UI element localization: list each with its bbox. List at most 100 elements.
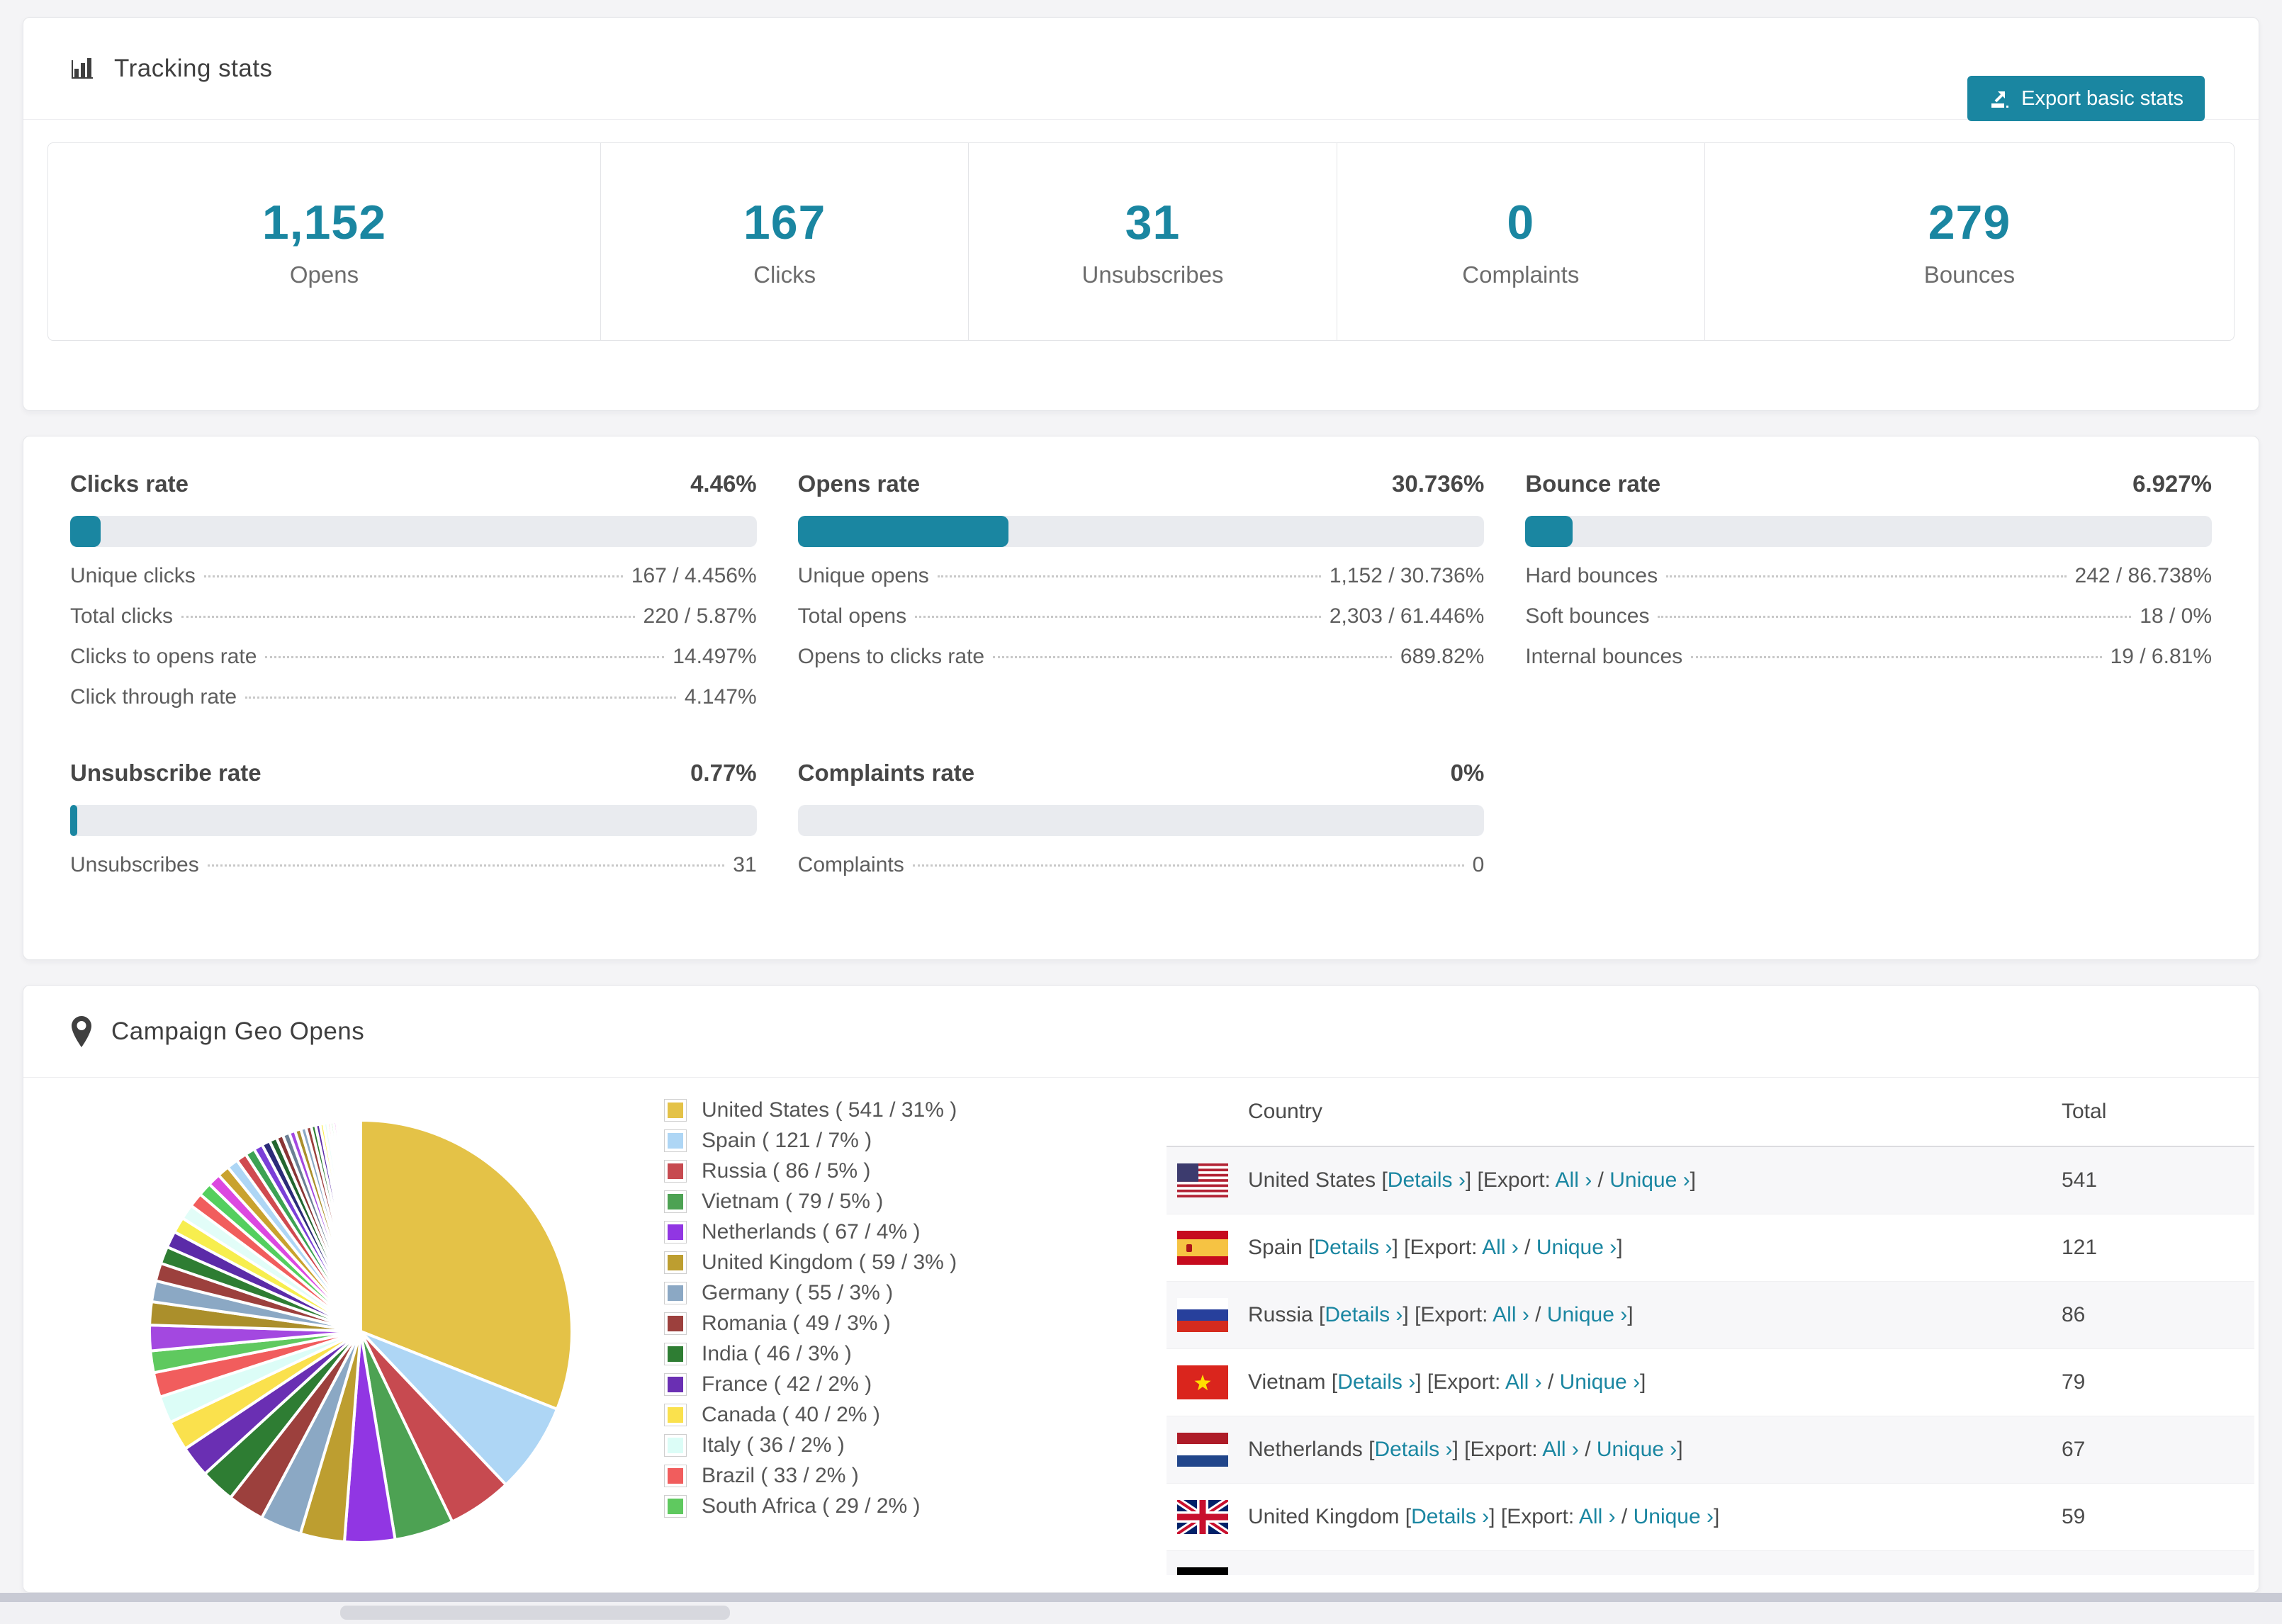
- map-pin-icon: [69, 1015, 94, 1049]
- tracking-stats-header: Tracking stats Export basic stats: [23, 18, 2259, 121]
- export-unique-link[interactable]: Unique ›: [1609, 1168, 1690, 1192]
- legend-swatch-icon: [664, 1433, 687, 1457]
- legend-item[interactable]: India ( 46 / 3% ): [664, 1338, 957, 1369]
- legend-swatch-icon: [664, 1190, 687, 1213]
- legend-item[interactable]: Brazil ( 33 / 2% ): [664, 1460, 957, 1491]
- rate-stat-label: Internal bounces: [1525, 645, 1683, 668]
- rate-stat-value: 14.497%: [673, 645, 757, 668]
- legend-item[interactable]: Vietnam ( 79 / 5% ): [664, 1186, 957, 1217]
- stat-box-complaints: 0 Complaints: [1336, 143, 1704, 340]
- legend-swatch-icon: [664, 1464, 687, 1487]
- legend-swatch-icon: [664, 1312, 687, 1335]
- rate-title: Opens rate: [797, 470, 921, 497]
- stat-value: 167: [743, 196, 826, 249]
- legend-label: Romania ( 49 / 3% ): [702, 1311, 891, 1335]
- rate-stat-row: Unsubscribes 31: [70, 853, 757, 893]
- stat-label: Bounces: [1923, 261, 2016, 288]
- legend-label: Italy ( 36 / 2% ): [702, 1433, 845, 1457]
- stat-value: 1,152: [262, 196, 387, 249]
- export-all-link[interactable]: All ›: [1542, 1438, 1579, 1461]
- dotted-leader: [265, 656, 665, 658]
- table-header-row: Country Total: [1167, 1078, 2254, 1147]
- legend-item[interactable]: Russia ( 86 / 5% ): [664, 1156, 957, 1186]
- legend-item[interactable]: Romania ( 49 / 3% ): [664, 1308, 957, 1338]
- table-row-ru: Russia [Details ›] [Export: All › / Uniq…: [1167, 1282, 2254, 1349]
- stat-box-bounces: 279 Bounces: [1704, 143, 2234, 340]
- legend-label: Canada ( 40 / 2% ): [702, 1402, 880, 1426]
- details-link[interactable]: Details ›: [1337, 1370, 1415, 1394]
- rate-stat-row: Complaints 0: [798, 853, 1485, 893]
- country-total: 121: [2062, 1236, 2098, 1259]
- export-all-link[interactable]: All ›: [1579, 1505, 1616, 1528]
- legend-swatch-icon: [664, 1220, 687, 1244]
- export-unique-link[interactable]: Unique ›: [1634, 1505, 1714, 1528]
- geo-country-table: Country Total United States [Details ›] …: [1167, 1078, 2254, 1592]
- export-all-link[interactable]: All ›: [1482, 1236, 1519, 1259]
- country-name: Netherlands: [1248, 1438, 1363, 1461]
- rate-value: 0%: [1450, 760, 1485, 786]
- legend-label: United Kingdom ( 59 / 3% ): [702, 1250, 957, 1274]
- export-label: Export:: [1433, 1370, 1505, 1394]
- rate-panel-bounce-rate: Bounce rate 6.927% Hard bounces 242 / 86.73…: [1525, 458, 2212, 726]
- legend-item[interactable]: France ( 42 / 2% ): [664, 1369, 957, 1399]
- rate-value: 6.927%: [2132, 470, 2212, 497]
- rate-stat-label: Total opens: [797, 604, 907, 628]
- export-unique-link[interactable]: Unique ›: [1597, 1438, 1677, 1461]
- table-row-es: Spain [Details ›] [Export: All › / Uniqu…: [1167, 1214, 2254, 1282]
- rate-stat-value: 19 / 6.81%: [2110, 645, 2212, 668]
- rate-stat-label: Click through rate: [70, 685, 237, 709]
- legend-item[interactable]: Canada ( 40 / 2% ): [664, 1399, 957, 1430]
- pie-slice[interactable]: [358, 1118, 362, 1333]
- dotted-leader: [181, 616, 635, 618]
- export-unique-link[interactable]: Unique ›: [1536, 1236, 1617, 1259]
- details-link[interactable]: Details ›: [1374, 1438, 1452, 1461]
- country-name: United States: [1248, 1168, 1376, 1192]
- legend-item[interactable]: South Africa ( 29 / 2% ): [664, 1491, 957, 1521]
- horizontal-scrollbar-thumb[interactable]: [340, 1606, 730, 1620]
- legend-item[interactable]: Italy ( 36 / 2% ): [664, 1430, 957, 1460]
- rate-stat-label: Complaints: [797, 853, 904, 876]
- export-unique-link[interactable]: Unique ›: [1560, 1370, 1640, 1394]
- export-unique-link[interactable]: Unique ›: [1547, 1303, 1627, 1326]
- legend-item[interactable]: United States ( 541 / 31% ): [664, 1095, 957, 1125]
- export-basic-stats-button[interactable]: Export basic stats: [1967, 76, 2205, 121]
- country-total: 79: [2062, 1370, 2086, 1394]
- legend-swatch-icon: [664, 1342, 687, 1365]
- legend-label: Vietnam ( 79 / 5% ): [702, 1189, 884, 1213]
- legend-item[interactable]: Spain ( 121 / 7% ): [664, 1125, 957, 1156]
- rate-value: 4.46%: [690, 470, 757, 497]
- legend-item[interactable]: Germany ( 55 / 3% ): [664, 1278, 957, 1308]
- export-all-link[interactable]: All ›: [1505, 1370, 1542, 1394]
- total-column-header: Total: [2062, 1100, 2107, 1123]
- dotted-leader: [912, 864, 1464, 867]
- geo-opens-pie-chart[interactable]: [134, 1105, 588, 1558]
- legend-label: Spain ( 121 / 7% ): [702, 1128, 872, 1152]
- rate-stat-row: Unique clicks 167 / 4.456%: [70, 564, 757, 604]
- rate-stat-value: 1,152 / 30.736%: [1329, 564, 1485, 587]
- export-label: Export:: [1507, 1505, 1579, 1528]
- tracking-stats-card: Tracking stats Export basic stats 1,152 O…: [23, 17, 2259, 411]
- export-label: Export:: [1470, 1438, 1543, 1461]
- legend-item[interactable]: Netherlands ( 67 / 4% ): [664, 1217, 957, 1247]
- details-link[interactable]: Details ›: [1325, 1303, 1403, 1326]
- progress-bar-track: [797, 805, 1485, 836]
- rate-stat-value: 2,303 / 61.446%: [1329, 604, 1485, 628]
- legend-swatch-icon: [664, 1494, 687, 1518]
- dotted-leader: [203, 575, 623, 577]
- rate-value: 30.736%: [1392, 470, 1485, 497]
- details-link[interactable]: Details ›: [1411, 1505, 1489, 1528]
- horizontal-scrollbar-track-edge: [0, 1593, 2282, 1602]
- rate-stat-label: Total clicks: [70, 604, 174, 628]
- export-all-link[interactable]: All ›: [1493, 1303, 1529, 1326]
- legend-swatch-icon: [664, 1372, 687, 1396]
- legend-item[interactable]: United Kingdom ( 59 / 3% ): [664, 1247, 957, 1278]
- details-link[interactable]: Details ›: [1388, 1168, 1466, 1192]
- pie-legend: United States ( 541 / 31% ) Spain ( 121 /…: [664, 1095, 957, 1521]
- progress-bar-track: [797, 516, 1485, 547]
- legend-label: France ( 42 / 2% ): [702, 1372, 872, 1396]
- details-link[interactable]: Details ›: [1314, 1236, 1392, 1259]
- export-all-link[interactable]: All ›: [1556, 1168, 1592, 1192]
- rate-stat-row: Opens to clicks rate 689.82%: [798, 645, 1485, 685]
- progress-bar-fill: [70, 805, 77, 836]
- rate-stat-row: Unique opens 1,152 / 30.736%: [798, 564, 1485, 604]
